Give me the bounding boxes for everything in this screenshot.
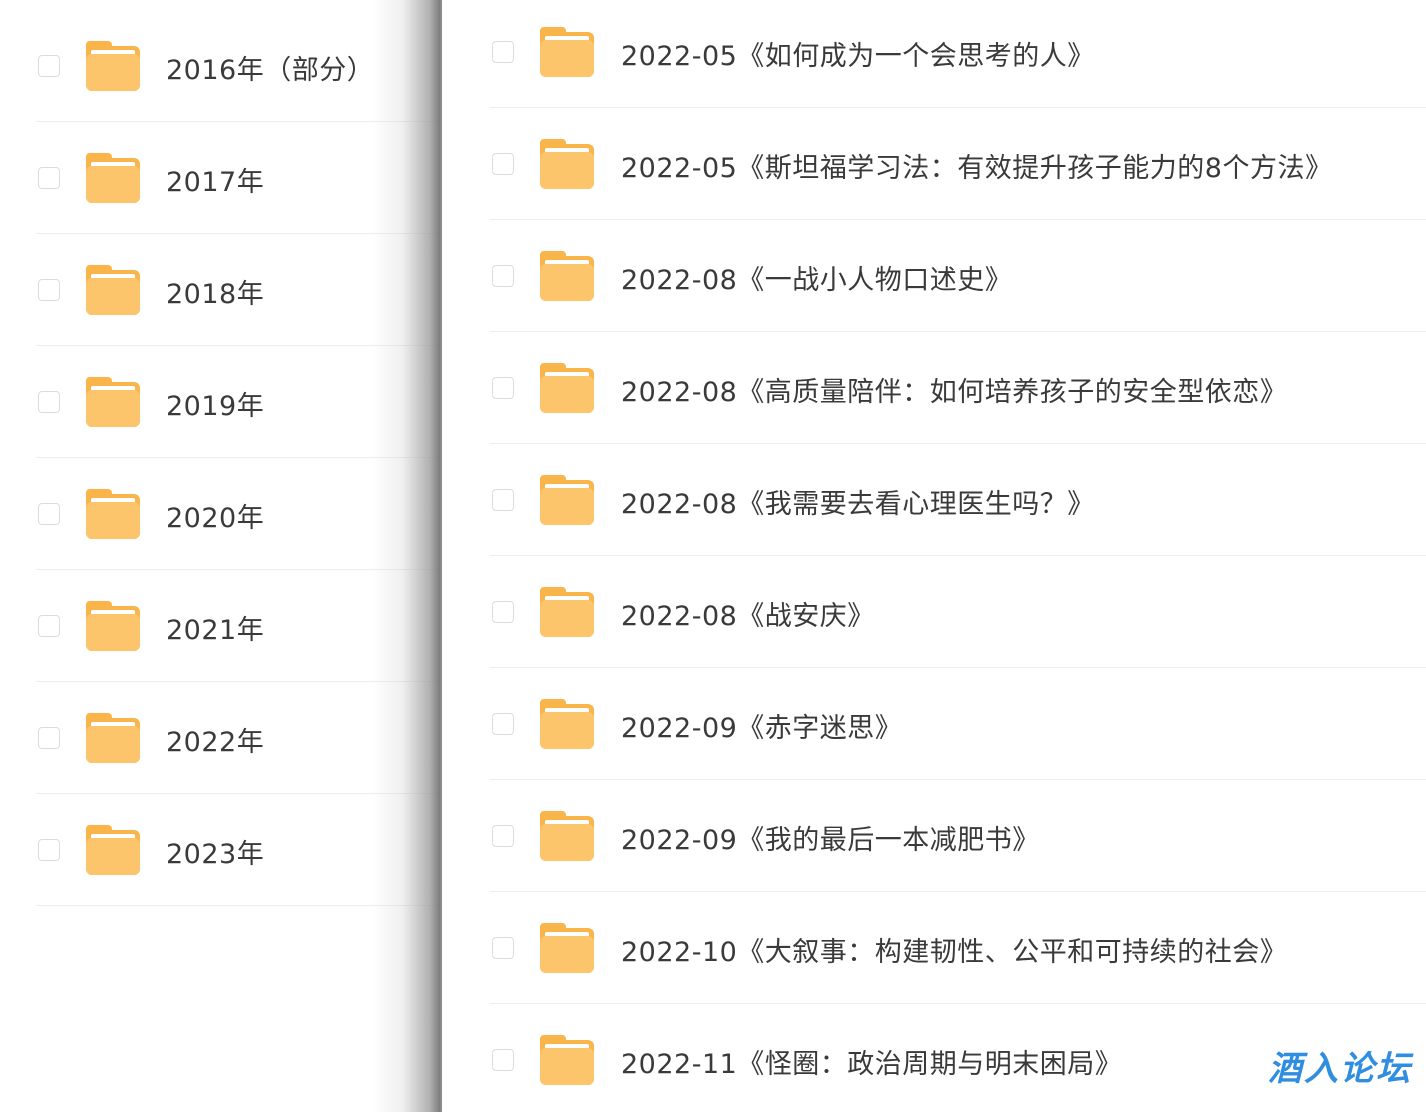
right-list-row-5[interactable]: 2022-08《我需要去看心理医生吗？》 (442, 444, 1426, 556)
right-list-row-3[interactable]: 2022-08《一战小人物口述史》 (442, 220, 1426, 332)
checkbox-icon[interactable] (492, 713, 514, 735)
folder-name: 2022-05《如何成为一个会思考的人》 (621, 41, 1095, 72)
right-list-row-7[interactable]: 2022-09《赤字迷思》 (442, 668, 1426, 780)
forum-watermark: 酒入论坛 (1268, 1049, 1412, 1089)
folder-icon (540, 363, 594, 413)
folder-name: 2018年 (166, 279, 265, 310)
folder-name: 2022-08《战安庆》 (621, 601, 875, 632)
folder-name: 2019年 (166, 391, 265, 422)
left-folder-list: 2016年（部分） 2017年 2018年 2019年 2020年 2021年 … (0, 0, 442, 1112)
folder-name: 2022-11《怪圈：政治周期与明末困局》 (621, 1049, 1123, 1080)
folder-icon (86, 825, 140, 875)
checkbox-icon[interactable] (492, 265, 514, 287)
right-list-row-8[interactable]: 2022-09《我的最后一本减肥书》 (442, 780, 1426, 892)
folder-name: 2022-10《大叙事：构建韧性、公平和可持续的社会》 (621, 937, 1288, 968)
left-list-row-3[interactable]: 2018年 (0, 234, 442, 346)
folder-icon (540, 923, 594, 973)
checkbox-icon[interactable] (38, 727, 60, 749)
checkbox-icon[interactable] (38, 279, 60, 301)
left-list-row-6[interactable]: 2021年 (0, 570, 442, 682)
left-list-row-4[interactable]: 2019年 (0, 346, 442, 458)
left-list-row-5[interactable]: 2020年 (0, 458, 442, 570)
checkbox-icon[interactable] (492, 601, 514, 623)
right-list-row-4[interactable]: 2022-08《高质量陪伴：如何培养孩子的安全型依恋》 (442, 332, 1426, 444)
left-list-row-7[interactable]: 2022年 (0, 682, 442, 794)
checkbox-icon[interactable] (38, 615, 60, 637)
panel-divider (440, 0, 442, 1112)
checkbox-icon[interactable] (492, 489, 514, 511)
folder-icon (86, 377, 140, 427)
folder-icon (540, 139, 594, 189)
folder-icon (86, 41, 140, 91)
folder-icon (540, 1035, 594, 1085)
folder-name: 2022年 (166, 727, 265, 758)
checkbox-icon[interactable] (38, 839, 60, 861)
folder-icon (540, 811, 594, 861)
checkbox-icon[interactable] (492, 825, 514, 847)
folder-icon (540, 587, 594, 637)
folder-icon (540, 251, 594, 301)
checkbox-icon[interactable] (492, 377, 514, 399)
folder-name: 2020年 (166, 503, 265, 534)
file-browser-screenshot: 2022-05《如何成为一个会思考的人》 2022-05《斯坦福学习法：有效提升… (0, 0, 1426, 1112)
folder-name: 2023年 (166, 839, 265, 870)
checkbox-icon[interactable] (492, 153, 514, 175)
checkbox-icon[interactable] (38, 503, 60, 525)
right-list-row-1[interactable]: 2022-05《如何成为一个会思考的人》 (442, 0, 1426, 108)
left-list-row-1[interactable]: 2016年（部分） (0, 10, 442, 122)
right-list-row-2[interactable]: 2022-05《斯坦福学习法：有效提升孩子能力的8个方法》 (442, 108, 1426, 220)
right-folder-list: 2022-05《如何成为一个会思考的人》 2022-05《斯坦福学习法：有效提升… (442, 0, 1426, 1112)
folder-icon (86, 713, 140, 763)
folder-name: 2022-08《一战小人物口述史》 (621, 265, 1013, 296)
checkbox-icon[interactable] (492, 41, 514, 63)
checkbox-icon[interactable] (38, 55, 60, 77)
folder-icon (86, 601, 140, 651)
folder-name: 2022-09《赤字迷思》 (621, 713, 903, 744)
folder-name: 2016年（部分） (166, 55, 375, 86)
folder-icon (86, 265, 140, 315)
folder-name: 2021年 (166, 615, 265, 646)
checkbox-icon[interactable] (492, 937, 514, 959)
checkbox-icon[interactable] (38, 391, 60, 413)
folder-icon (86, 489, 140, 539)
folder-name: 2022-09《我的最后一本减肥书》 (621, 825, 1040, 856)
checkbox-icon[interactable] (492, 1049, 514, 1071)
folder-name: 2022-08《我需要去看心理医生吗？》 (621, 489, 1095, 520)
right-list-row-9[interactable]: 2022-10《大叙事：构建韧性、公平和可持续的社会》 (442, 892, 1426, 1004)
checkbox-icon[interactable] (38, 167, 60, 189)
folder-name: 2022-08《高质量陪伴：如何培养孩子的安全型依恋》 (621, 377, 1288, 408)
folder-name: 2022-05《斯坦福学习法：有效提升孩子能力的8个方法》 (621, 153, 1333, 184)
left-list-row-8[interactable]: 2023年 (0, 794, 442, 906)
folder-name: 2017年 (166, 167, 265, 198)
folder-icon (540, 27, 594, 77)
row-separator (36, 905, 442, 906)
left-list-row-2[interactable]: 2017年 (0, 122, 442, 234)
folder-icon (540, 475, 594, 525)
folder-icon (86, 153, 140, 203)
folder-icon (540, 699, 594, 749)
right-list-row-6[interactable]: 2022-08《战安庆》 (442, 556, 1426, 668)
